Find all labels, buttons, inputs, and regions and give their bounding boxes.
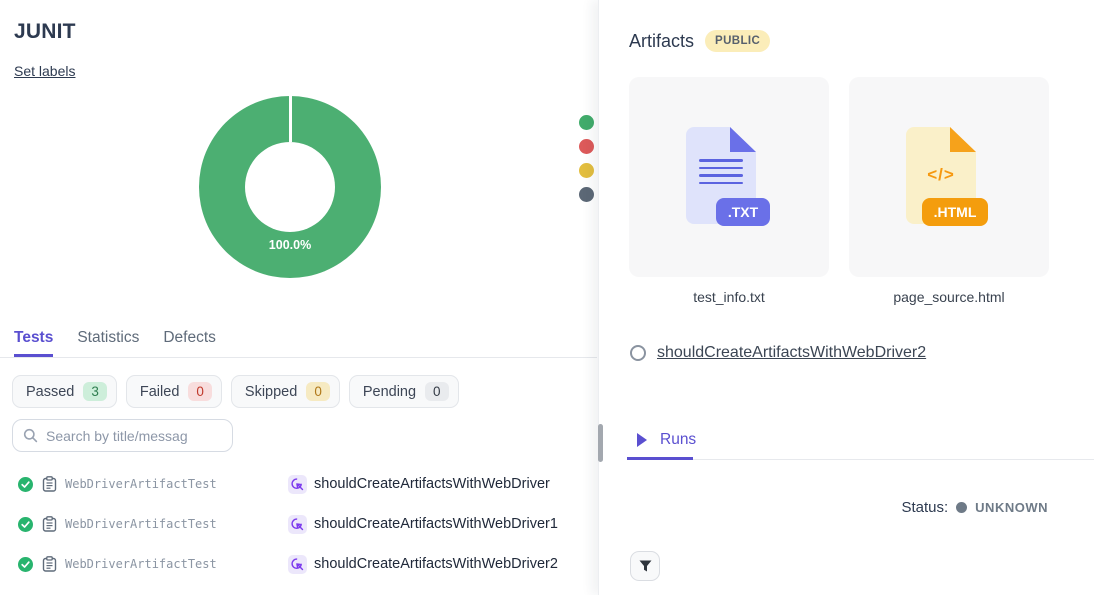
status-value: UNKNOWN [975, 500, 1048, 515]
passed-check-icon [18, 517, 33, 532]
artifacts-drawer: Artifacts PUBLIC .TXT </> .HTML test_inf… [598, 0, 1094, 595]
runs-tab[interactable]: Runs [637, 431, 696, 449]
passed-check-icon [18, 557, 33, 572]
set-labels-link[interactable]: Set labels [14, 63, 75, 79]
test-title[interactable]: shouldCreateArtifactsWithWebDriver2 [314, 556, 558, 572]
test-suite-name: WebDriverArtifactTest [65, 477, 288, 491]
artifact-test-row: shouldCreateArtifactsWithWebDriver2 [630, 344, 926, 362]
code-glyph: </> [906, 165, 976, 185]
status-label: Status: [901, 499, 948, 516]
filter-passed-count: 3 [83, 382, 107, 401]
test-list: WebDriverArtifactTest shouldCreateArtifa… [0, 464, 597, 584]
click-test-icon [288, 475, 307, 494]
filter-skipped-count: 0 [306, 382, 330, 401]
test-row[interactable]: WebDriverArtifactTest shouldCreateArtifa… [0, 504, 597, 544]
test-row[interactable]: WebDriverArtifactTest shouldCreateArtifa… [0, 544, 597, 584]
filter-failed-count: 0 [188, 382, 212, 401]
artifact-filename-txt: test_info.txt [629, 289, 829, 305]
filter-skipped-label: Skipped [245, 384, 297, 400]
artifact-card-html[interactable]: </> .HTML [849, 77, 1049, 277]
test-title[interactable]: shouldCreateArtifactsWithWebDriver1 [314, 516, 558, 532]
artifact-test-link[interactable]: shouldCreateArtifactsWithWebDriver2 [657, 344, 926, 362]
clipboard-icon [42, 516, 57, 532]
vertical-scrollbar-thumb[interactable] [598, 424, 603, 462]
filter-pending-count: 0 [425, 382, 449, 401]
tab-statistics[interactable]: Statistics [77, 329, 139, 357]
status-circle-icon [630, 345, 646, 361]
artifact-card-txt[interactable]: .TXT [629, 77, 829, 277]
search-input[interactable] [46, 428, 222, 444]
click-test-icon [288, 555, 307, 574]
tab-tests[interactable]: Tests [14, 329, 53, 357]
filter-failed[interactable]: Failed 0 [126, 375, 222, 408]
chart-legend [579, 115, 594, 202]
artifacts-header: Artifacts PUBLIC [629, 30, 770, 52]
status-filter-chips: Passed 3 Failed 0 Skipped 0 Pending 0 [12, 375, 459, 408]
search-icon [23, 428, 38, 443]
public-badge: PUBLIC [705, 30, 770, 52]
filter-passed[interactable]: Passed 3 [12, 375, 117, 408]
donut-percent-label: 100.0% [199, 238, 381, 252]
test-suite-name: WebDriverArtifactTest [65, 557, 288, 571]
html-ext-badge: .HTML [922, 198, 988, 226]
caret-right-icon [637, 433, 647, 447]
filter-failed-label: Failed [140, 384, 180, 400]
report-panel: JUNIT Set labels 100.0% Tests Statistics… [0, 0, 597, 595]
status-dot-icon [956, 502, 967, 513]
test-title[interactable]: shouldCreateArtifactsWithWebDriver [314, 476, 550, 492]
filter-passed-label: Passed [26, 384, 74, 400]
donut-hole [245, 142, 335, 232]
txt-fold-corner [730, 127, 756, 152]
legend-dot-pending[interactable] [579, 187, 594, 202]
filter-pending[interactable]: Pending 0 [349, 375, 459, 408]
test-row[interactable]: WebDriverArtifactTest shouldCreateArtifa… [0, 464, 597, 504]
runs-active-underline [627, 457, 693, 460]
filter-pending-label: Pending [363, 384, 416, 400]
filter-button[interactable] [630, 551, 660, 581]
results-donut-chart: 100.0% [199, 96, 381, 278]
html-fold-corner [950, 127, 976, 152]
search-box [12, 419, 233, 452]
status-row: Status: UNKNOWN [901, 499, 1048, 516]
legend-dot-passed[interactable] [579, 115, 594, 130]
passed-check-icon [18, 477, 33, 492]
tab-bar: Tests Statistics Defects [0, 329, 597, 358]
clipboard-icon [42, 556, 57, 572]
funnel-filter-icon [639, 560, 652, 572]
page-title: JUNIT [14, 20, 76, 44]
runs-label: Runs [660, 431, 696, 449]
filter-skipped[interactable]: Skipped 0 [231, 375, 340, 408]
test-suite-name: WebDriverArtifactTest [65, 517, 288, 531]
legend-dot-skipped[interactable] [579, 163, 594, 178]
legend-dot-failed[interactable] [579, 139, 594, 154]
donut-segment-gap [289, 96, 292, 142]
clipboard-icon [42, 476, 57, 492]
runs-divider [627, 459, 1094, 460]
tab-defects[interactable]: Defects [163, 329, 216, 357]
artifacts-title: Artifacts [629, 31, 694, 52]
txt-ext-badge: .TXT [716, 198, 770, 226]
artifact-filename-html: page_source.html [849, 289, 1049, 305]
click-test-icon [288, 515, 307, 534]
